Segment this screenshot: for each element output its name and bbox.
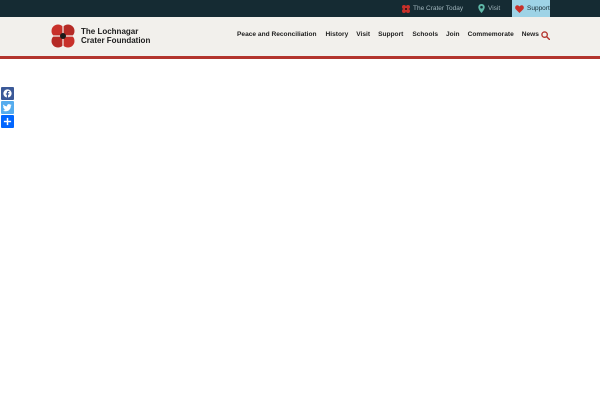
twitter-share-button[interactable] bbox=[1, 101, 14, 114]
nav-history[interactable]: History bbox=[326, 31, 349, 43]
map-pin-icon bbox=[478, 4, 485, 13]
support-utility-link[interactable]: Support bbox=[512, 0, 550, 17]
poppy-icon bbox=[402, 4, 410, 13]
social-share-bar bbox=[1, 87, 14, 128]
nav-news[interactable]: News bbox=[522, 31, 539, 43]
main-nav: Peace and Reconciliation History Visit S… bbox=[237, 31, 539, 43]
search-icon[interactable] bbox=[541, 31, 550, 40]
nav-peace-and-reconciliation[interactable]: Peace and Reconciliation bbox=[237, 31, 317, 43]
twitter-icon bbox=[3, 104, 12, 112]
nav-commemorate[interactable]: Commemorate bbox=[468, 31, 514, 43]
nav-support[interactable]: Support bbox=[378, 31, 403, 43]
visit-utility-link[interactable]: Visit bbox=[478, 0, 500, 17]
nav-join[interactable]: Join bbox=[446, 31, 460, 43]
utility-bar: The Crater Today Visit Support bbox=[0, 0, 600, 17]
nav-schools[interactable]: Schools bbox=[412, 31, 438, 43]
facebook-share-button[interactable] bbox=[1, 87, 14, 100]
the-crater-today-link[interactable]: The Crater Today bbox=[402, 0, 463, 17]
share-more-button[interactable] bbox=[1, 115, 14, 128]
heart-icon bbox=[515, 4, 524, 13]
site-logo[interactable]: The Lochnagar Crater Foundation bbox=[50, 22, 150, 50]
nav-visit[interactable]: Visit bbox=[356, 31, 370, 43]
facebook-icon bbox=[3, 89, 12, 98]
logo-line-1: The Lochnagar bbox=[81, 26, 139, 36]
logo-text: The Lochnagar Crater Foundation bbox=[81, 27, 150, 46]
the-crater-today-label: The Crater Today bbox=[413, 5, 464, 12]
logo-line-2: Crater Foundation bbox=[81, 36, 151, 45]
support-utility-label: Support bbox=[527, 5, 550, 12]
poppy-logo-icon bbox=[51, 24, 75, 48]
share-plus-icon bbox=[3, 117, 12, 126]
visit-utility-label: Visit bbox=[488, 5, 501, 12]
header-accent-line bbox=[0, 56, 600, 59]
